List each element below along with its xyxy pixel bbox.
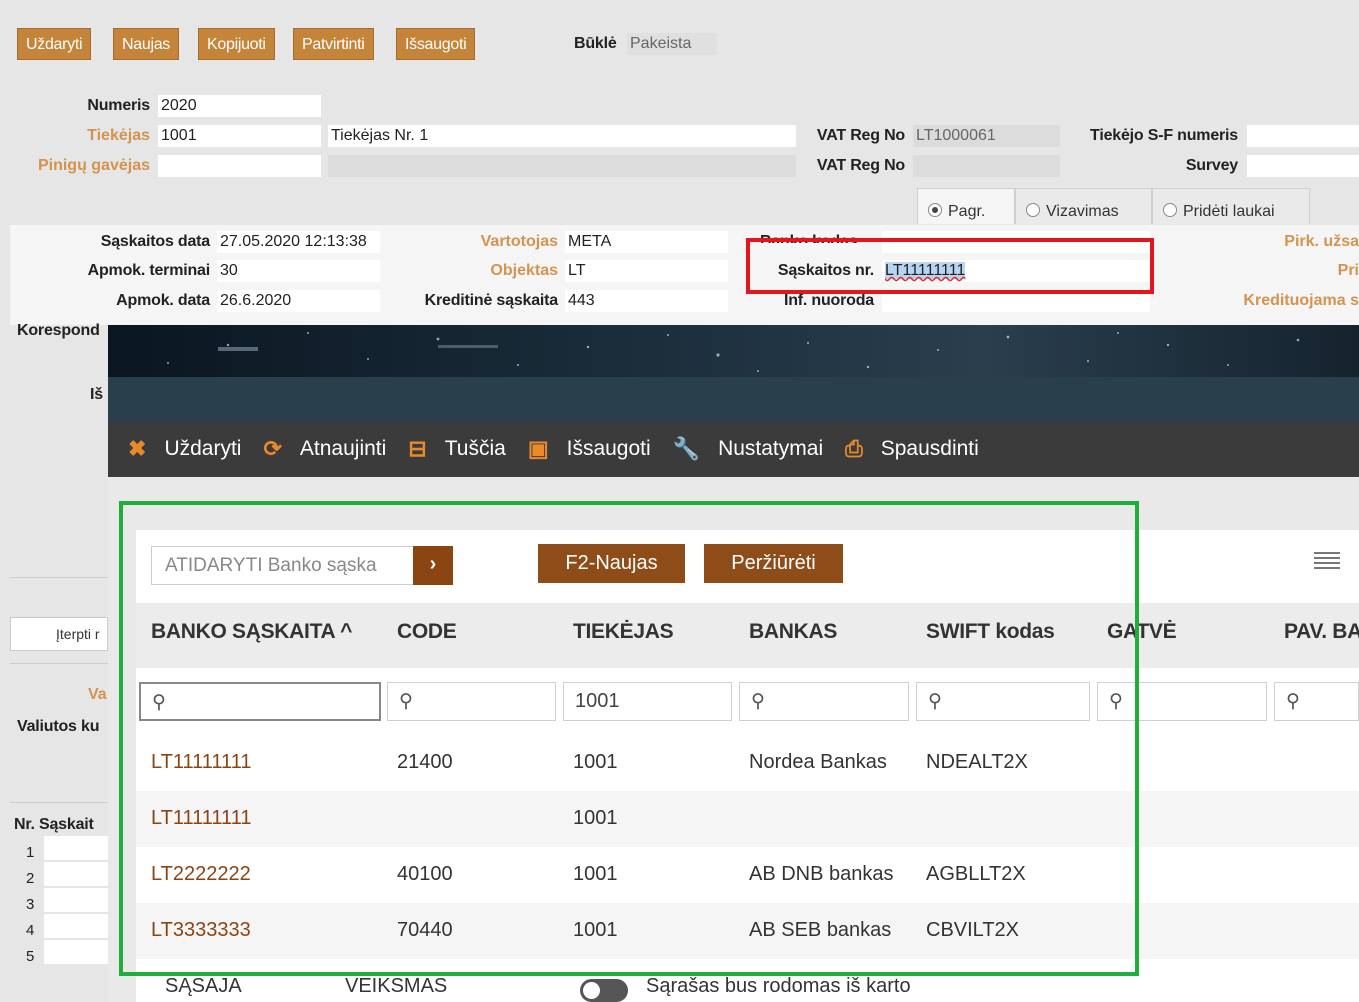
- modal-settings-button[interactable]: 🔧 Nustatymai: [673, 436, 823, 462]
- list-toggle[interactable]: [580, 979, 628, 1002]
- modal-save-label: Išsaugoti: [566, 437, 651, 460]
- highlight-saskaitos-nr: [746, 238, 1154, 294]
- starfield-image: [108, 325, 1359, 377]
- radio-pagr[interactable]: [928, 203, 942, 217]
- objektas-label[interactable]: Objektas: [400, 262, 558, 280]
- divider: [10, 802, 108, 803]
- footer-sasaja-label: SĄSAJA: [165, 975, 242, 997]
- modal-print-label: Spausdinti: [880, 437, 979, 460]
- terminai-field[interactable]: 30: [217, 260, 380, 282]
- survey-field[interactable]: [1247, 155, 1359, 177]
- save-button[interactable]: Išsaugoti: [396, 28, 476, 60]
- minus-square-icon: ⊟: [408, 436, 427, 461]
- row-number: 1: [26, 844, 35, 861]
- modal-refresh-button[interactable]: ⟳ Atnaujinti: [263, 436, 386, 462]
- vat2-field: [913, 155, 1060, 177]
- footer-veiksmas-label: VEIKSMAS: [345, 975, 448, 997]
- saskaitos-data-field[interactable]: 27.05.2020 12:13:38: [217, 231, 380, 253]
- numeris-field[interactable]: 2020: [158, 95, 321, 117]
- vat-label: VAT Reg No: [816, 127, 905, 144]
- iterpti-button[interactable]: Įterpti r: [10, 617, 108, 651]
- gavejas-label[interactable]: Pinigų gavėjas: [10, 157, 150, 175]
- modal-refresh-label: Atnaujinti: [299, 437, 387, 460]
- divider: [10, 663, 108, 664]
- va-label[interactable]: Va: [88, 686, 107, 704]
- sf-number-label: Tiekėjo S-F numeris: [1090, 127, 1238, 144]
- tab-prideti-laukai[interactable]: Pridėti laukai: [1152, 188, 1310, 224]
- floppy-disk-icon: ▣: [527, 436, 549, 461]
- modal-close-button[interactable]: ✖ Uždaryti: [128, 436, 241, 462]
- modal-toolbar: ✖ Uždaryti ⟳ Atnaujinti ⊟ Tuščia ▣ Išsaugoti…: [108, 421, 1359, 477]
- row-numbers: 1 2 3 4 5: [26, 840, 34, 970]
- printer-icon: ⎙: [845, 436, 863, 461]
- vat-field: LT1000061: [913, 125, 1060, 147]
- status-label: Būklė: [574, 35, 617, 52]
- nr-header: Nr. Sąskait: [14, 816, 94, 833]
- pirk-label[interactable]: Pirk. užsa: [1250, 233, 1359, 251]
- modal-settings-label: Nustatymai: [718, 437, 824, 460]
- status-value: Pakeista: [627, 33, 717, 55]
- radio-prideti[interactable]: [1163, 203, 1177, 217]
- numeris-label: Numeris: [87, 97, 150, 114]
- survey-label: Survey: [1185, 157, 1238, 174]
- saskaitos-data-label: Sąskaitos data: [100, 233, 210, 250]
- apmok-data-label: Apmok. data: [116, 292, 210, 309]
- row-number: 4: [26, 922, 35, 939]
- highlight-bank-grid: [119, 501, 1139, 976]
- radio-vizavimas[interactable]: [1026, 203, 1040, 217]
- tiekejas-label[interactable]: Tiekėjas: [20, 127, 150, 145]
- vartotojas-label[interactable]: Vartotojas: [400, 233, 558, 251]
- korespondencija-label: Korespond: [17, 322, 100, 339]
- confirm-button[interactable]: Patvirtinti: [293, 28, 374, 60]
- tab-vizavimas[interactable]: Vizavimas: [1015, 188, 1152, 224]
- tab-pagr[interactable]: Pagr.: [917, 188, 1015, 224]
- filter-pav-input[interactable]: ⚲: [1274, 682, 1359, 721]
- gavejas-field[interactable]: [158, 155, 321, 177]
- kreditine-field[interactable]: 443: [565, 290, 728, 312]
- kreditine-label: Kreditinė sąskaita: [424, 292, 559, 309]
- kredituojama-label[interactable]: Kredituojama s: [1200, 292, 1359, 310]
- apmok-data-field[interactable]: 26.6.2020: [217, 290, 380, 312]
- modal-clear-button[interactable]: ⊟ Tuščia: [408, 436, 506, 462]
- new-button[interactable]: Naujas: [113, 28, 180, 60]
- objektas-field[interactable]: LT: [565, 260, 728, 282]
- modal-print-button[interactable]: ⎙ Spausdinti: [845, 436, 979, 462]
- modal-clear-label: Tuščia: [444, 437, 506, 460]
- copy-button[interactable]: Kopijuoti: [198, 28, 275, 60]
- terminai-label: Apmok. terminai: [87, 262, 211, 279]
- toggle-label: Sąrašas bus rodomas iš karto: [646, 975, 911, 997]
- is-label: Iš: [90, 386, 103, 403]
- modal-close-label: Uždaryti: [164, 437, 242, 460]
- divider: [10, 577, 108, 578]
- inf-nuoroda-label: Inf. nuoroda: [783, 292, 874, 309]
- wrench-icon: 🔧: [672, 436, 701, 461]
- row-number: 5: [26, 948, 35, 965]
- tiekejas-name-field: Tiekėjas Nr. 1: [328, 125, 796, 147]
- refresh-icon: ⟳: [263, 436, 282, 461]
- modal-subheader: [108, 377, 1359, 421]
- modal-banner: [108, 325, 1359, 377]
- modal-save-button[interactable]: ▣ Išsaugoti: [528, 436, 651, 462]
- vat2-label: VAT Reg No: [816, 157, 905, 174]
- valiutos-label: Valiutos ku: [17, 718, 100, 735]
- pri-label[interactable]: Pri: [1250, 262, 1359, 280]
- close-button[interactable]: Uždaryti: [17, 28, 92, 60]
- gavejas-name-field: [328, 155, 796, 177]
- column-header-pav-ba[interactable]: PAV. BA: [1284, 620, 1359, 644]
- row-inputs[interactable]: [44, 836, 108, 966]
- close-icon: ✖: [128, 436, 147, 461]
- vartotojas-field[interactable]: META: [565, 231, 728, 253]
- tiekejas-code-field[interactable]: 1001: [158, 125, 321, 147]
- search-icon: ⚲: [1286, 691, 1300, 712]
- columns-menu-icon[interactable]: [1314, 552, 1340, 574]
- row-number: 3: [26, 896, 35, 913]
- row-number: 2: [26, 870, 35, 887]
- sf-number-field[interactable]: [1247, 125, 1359, 147]
